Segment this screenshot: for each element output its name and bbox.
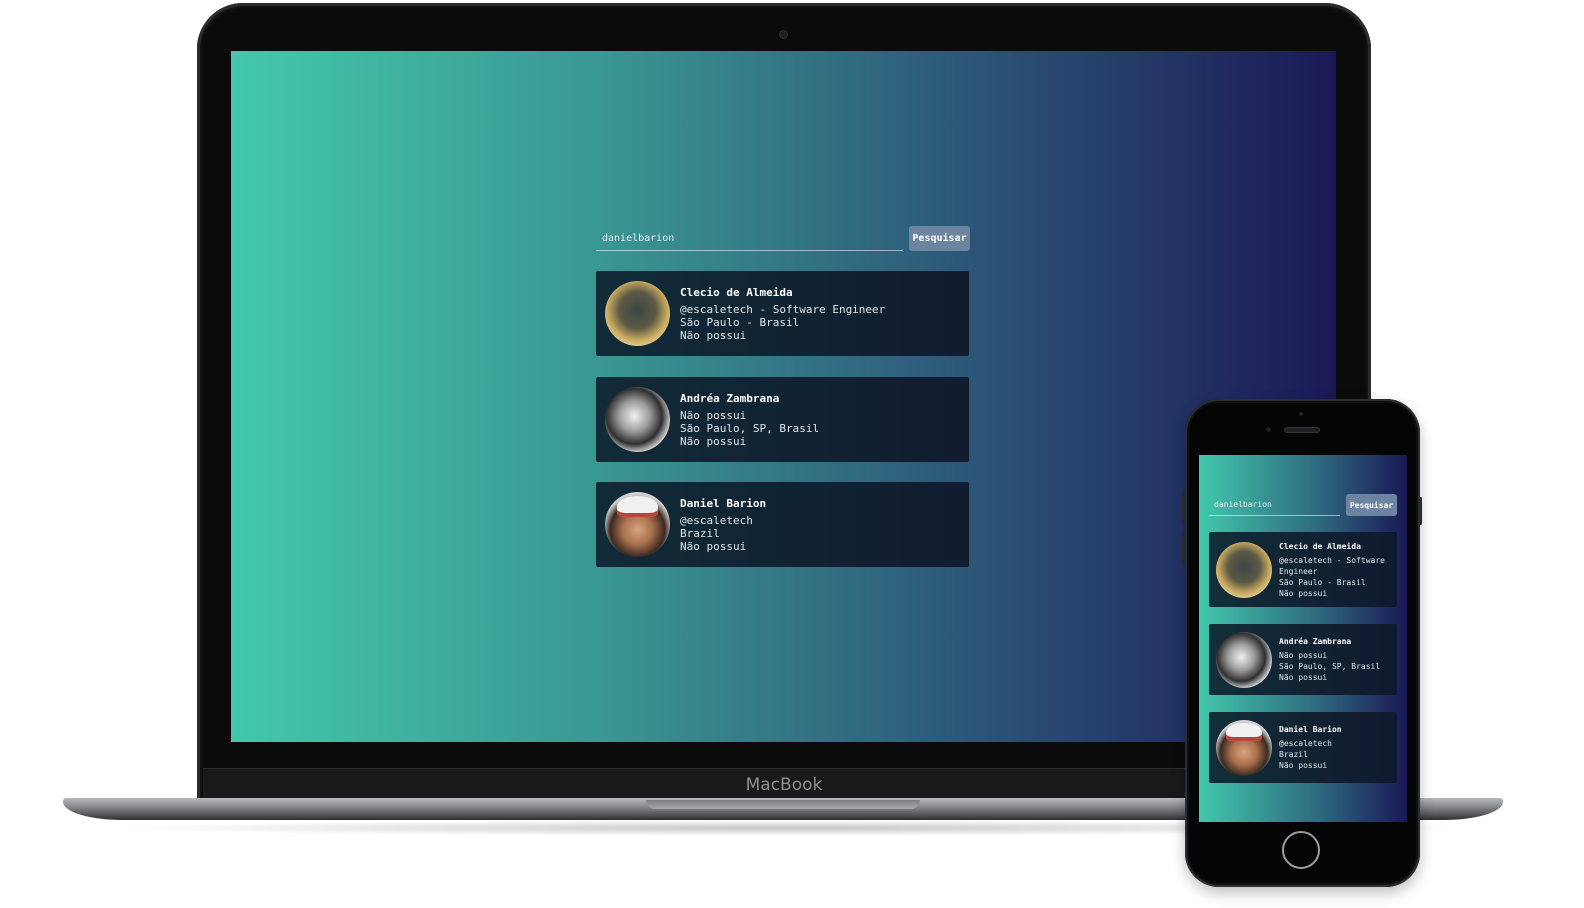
user-location: São Paulo, SP, Brasil <box>1279 662 1381 671</box>
laptop-hinge-notch <box>646 800 920 809</box>
camera-icon <box>780 31 787 38</box>
user-company-cont: Engineer <box>1279 566 1318 576</box>
search-bar: Pesquisar <box>596 226 970 251</box>
user-blog: Não possui <box>1279 761 1328 770</box>
search-bar: Pesquisar <box>1209 494 1397 516</box>
avatar <box>605 387 670 452</box>
user-card[interactable]: Daniel Barion @escaletech Brazil Não pos… <box>1209 712 1397 783</box>
user-card[interactable]: Clecio de Almeida @escaletech - Software… <box>1209 532 1397 607</box>
phone-speaker <box>1285 428 1319 432</box>
user-company: @escaletech <box>680 513 753 527</box>
user-company: Não possui <box>680 408 747 422</box>
user-info: Clecio de Almeida @escaletech - Software… <box>1279 541 1385 599</box>
phone-screen: Pesquisar Clecio de Almeida @escaletech … <box>1199 455 1407 822</box>
user-name: Daniel Barion <box>680 496 767 510</box>
user-card[interactable]: Andréa Zambrana Não possui São Paulo, SP… <box>1209 624 1397 695</box>
user-name: Clecio de Almeida <box>1279 541 1361 551</box>
search-input[interactable] <box>1209 494 1340 516</box>
phone-sensor <box>1299 412 1303 416</box>
user-blog: Não possui <box>1279 673 1328 682</box>
user-name: Andréa Zambrana <box>1279 637 1352 646</box>
user-company: @escaletech - Software <box>1279 555 1385 565</box>
phone-home-button[interactable] <box>1282 831 1320 869</box>
user-blog: Não possui <box>680 328 747 342</box>
search-button[interactable]: Pesquisar <box>909 226 970 251</box>
user-info: Daniel Barion @escaletech Brazil Não pos… <box>680 497 766 553</box>
user-location: São Paulo - Brasil <box>1279 577 1366 587</box>
phone-camera-icon <box>1266 427 1271 432</box>
user-blog: Não possui <box>680 434 747 448</box>
avatar <box>1216 719 1272 776</box>
avatar <box>1216 631 1272 688</box>
user-info: Andréa Zambrana Não possui São Paulo, SP… <box>1279 636 1380 683</box>
user-location: São Paulo, SP, Brasil <box>680 421 820 435</box>
user-info: Andréa Zambrana Não possui São Paulo, SP… <box>680 392 819 448</box>
user-card[interactable]: Daniel Barion @escaletech Brazil Não pos… <box>596 482 969 567</box>
user-location: Brazil <box>680 526 720 540</box>
search-button[interactable]: Pesquisar <box>1346 494 1397 516</box>
user-blog: Não possui <box>680 539 747 553</box>
user-company: @escaletech <box>1279 739 1332 748</box>
user-company: Não possui <box>1279 651 1328 660</box>
avatar <box>605 281 670 346</box>
user-blog: Não possui <box>1279 588 1328 598</box>
user-info: Clecio de Almeida @escaletech - Software… <box>680 286 885 342</box>
user-location: São Paulo - Brasil <box>680 315 800 329</box>
user-name: Daniel Barion <box>1279 725 1342 734</box>
laptop-screen: Pesquisar Clecio de Almeida @escaletech … <box>231 51 1336 742</box>
user-company: @escaletech - Software Engineer <box>680 302 886 316</box>
user-card[interactable]: Clecio de Almeida @escaletech - Software… <box>596 271 969 356</box>
user-card[interactable]: Andréa Zambrana Não possui São Paulo, SP… <box>596 377 969 462</box>
user-location: Brazil <box>1279 750 1308 759</box>
avatar <box>605 492 670 557</box>
user-name: Andréa Zambrana <box>680 391 780 405</box>
avatar <box>1216 541 1272 598</box>
search-input[interactable] <box>596 226 903 251</box>
user-info: Daniel Barion @escaletech Brazil Não pos… <box>1279 724 1342 771</box>
user-name: Clecio de Almeida <box>680 285 793 299</box>
